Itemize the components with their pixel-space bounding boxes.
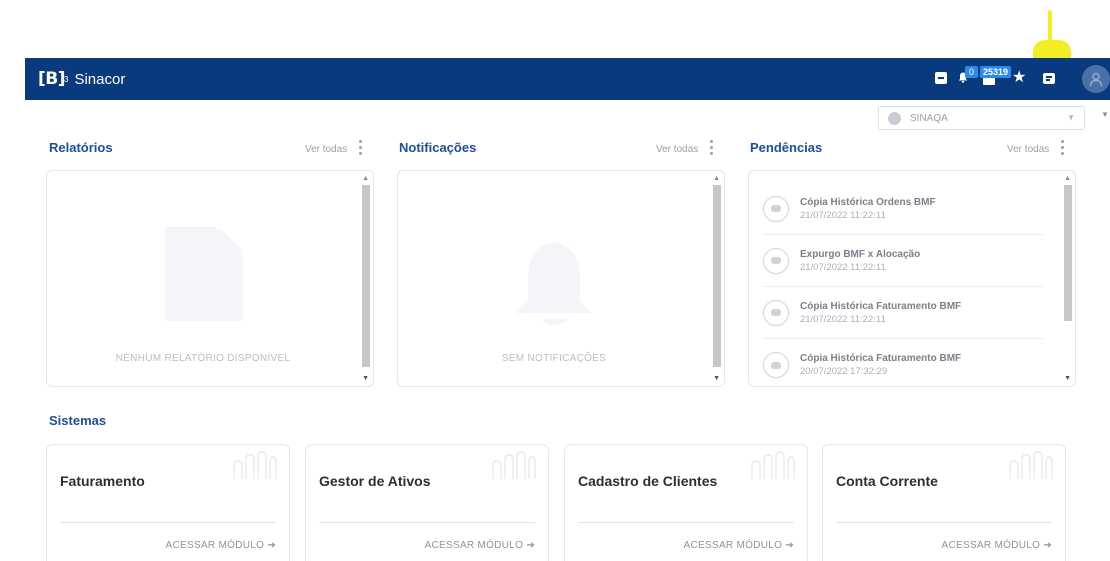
relatorios-panel: NENHUM RELATÓRIO DISPONÍVEL ▲ ▼ bbox=[46, 170, 374, 387]
b3-logo-sup: 3 bbox=[64, 74, 69, 84]
divider bbox=[319, 522, 535, 523]
arrow-right-icon: ➔ bbox=[785, 540, 794, 551]
annotation-stroke bbox=[1048, 10, 1052, 44]
notificacoes-panel: SEM NOTIFICAÇÕES ▲ ▼ bbox=[397, 170, 725, 387]
pendencia-title: Cópia Histórica Faturamento BMF bbox=[800, 353, 962, 364]
star-icon[interactable]: ★ bbox=[1012, 69, 1026, 87]
app-name: Sinacor bbox=[74, 70, 126, 88]
scroll-up-icon[interactable]: ▲ bbox=[1064, 175, 1071, 182]
pendencia-title: Cópia Histórica Ordens BMF bbox=[800, 196, 936, 208]
pendencias-title: Pendências bbox=[750, 140, 823, 155]
access-module-link[interactable]: ACESSAR MÓDULO ➔ bbox=[166, 540, 276, 551]
system-name: Gestor de Ativos bbox=[319, 473, 431, 489]
access-module-label: ACESSAR MÓDULO bbox=[165, 540, 265, 551]
scroll-down-icon[interactable]: ▼ bbox=[713, 375, 720, 382]
sistemas-title: Sistemas bbox=[49, 413, 107, 428]
pendencia-item[interactable]: Cópia Histórica Faturamento BMF 21/07/20… bbox=[763, 287, 1043, 339]
pendencia-date: 20/07/2022 17:32:29 bbox=[800, 366, 888, 377]
scroll-up-icon[interactable]: ▲ bbox=[713, 175, 720, 182]
chevron-down-icon: ▼ bbox=[1067, 113, 1075, 122]
bar-chart-icon bbox=[751, 451, 795, 479]
pendencia-item[interactable]: Cópia Histórica Faturamento BMF 20/07/20… bbox=[763, 339, 1043, 386]
chat-bubble-icon bbox=[763, 195, 789, 222]
system-card-cadastro-de-clientes[interactable]: Cadastro de Clientes ACESSAR MÓDULO ➔ bbox=[564, 444, 808, 561]
system-card-faturamento[interactable]: Faturamento ACESSAR MÓDULO ➔ bbox=[46, 444, 290, 561]
environment-selected: SINAQA bbox=[910, 112, 948, 124]
scroll-up-icon[interactable]: ▲ bbox=[362, 175, 369, 182]
notificacoes-kebab-icon[interactable] bbox=[710, 140, 713, 155]
side-chevron-icon[interactable]: ▼ bbox=[1101, 110, 1109, 119]
archive-icon[interactable] bbox=[935, 72, 947, 84]
system-name: Faturamento bbox=[60, 473, 145, 489]
scroll-down-icon[interactable]: ▼ bbox=[1064, 375, 1071, 382]
system-name: Cadastro de Clientes bbox=[578, 473, 718, 489]
access-module-label: ACESSAR MÓDULO bbox=[941, 540, 1041, 551]
notificacoes-empty-message: SEM NOTIFICAÇÕES bbox=[501, 353, 607, 364]
environment-select[interactable]: SINAQA ▼ bbox=[878, 106, 1085, 130]
relatorios-title: Relatórios bbox=[49, 140, 113, 155]
relatorios-scroll-thumb[interactable] bbox=[362, 185, 370, 367]
scroll-down-icon[interactable]: ▼ bbox=[362, 375, 369, 382]
relatorios-empty-message: NENHUM RELATÓRIO DISPONÍVEL bbox=[115, 353, 291, 364]
brand-logo[interactable]: [B] 3 Sinacor bbox=[38, 69, 125, 89]
arrow-right-icon: ➔ bbox=[526, 540, 535, 551]
document-icon bbox=[165, 227, 243, 321]
bell-large-icon bbox=[516, 243, 592, 325]
relatorios-see-all-link[interactable]: Ver todas bbox=[305, 144, 347, 155]
chat-bubble-icon bbox=[763, 352, 789, 378]
pendencia-date: 21/07/2022 11:22:11 bbox=[800, 313, 886, 325]
pendencia-item[interactable]: Cópia Histórica Ordens BMF 21/07/2022 11… bbox=[763, 183, 1043, 235]
notifications-badge[interactable]: 0 bbox=[965, 66, 978, 78]
access-module-link[interactable]: ACESSAR MÓDULO ➔ bbox=[425, 540, 535, 551]
divider bbox=[60, 522, 276, 523]
pendencia-title: Expurgo BMF x Alocação bbox=[800, 248, 921, 260]
chat-icon[interactable] bbox=[1043, 73, 1055, 84]
access-module-link[interactable]: ACESSAR MÓDULO ➔ bbox=[684, 540, 794, 551]
user-silhouette-icon bbox=[1089, 72, 1103, 87]
pendencia-item[interactable]: Expurgo BMF x Alocação 21/07/2022 11:22:… bbox=[763, 235, 1043, 287]
pendencias-scrollbar[interactable]: ▲ ▼ bbox=[1061, 171, 1075, 386]
divider bbox=[836, 522, 1052, 523]
relatorios-scrollbar[interactable]: ▲ ▼ bbox=[359, 171, 373, 386]
top-navbar: [B] 3 Sinacor 0 25319 ★ bbox=[25, 58, 1110, 100]
chat-bubble-icon bbox=[763, 247, 789, 274]
pendencias-kebab-icon[interactable] bbox=[1061, 140, 1064, 155]
pendencias-scroll-thumb[interactable] bbox=[1064, 185, 1072, 321]
bar-chart-icon bbox=[1009, 451, 1053, 479]
chat-bubble-icon bbox=[763, 299, 789, 326]
relatorios-kebab-icon[interactable] bbox=[359, 140, 362, 155]
user-avatar-icon[interactable] bbox=[1082, 65, 1110, 93]
pendencia-date: 21/07/2022 11:22:11 bbox=[800, 209, 886, 221]
arrow-right-icon: ➔ bbox=[1043, 540, 1052, 551]
notificacoes-scrollbar[interactable]: ▲ ▼ bbox=[710, 171, 724, 386]
system-card-conta-corrente[interactable]: Conta Corrente ACESSAR MÓDULO ➔ bbox=[822, 444, 1066, 561]
notificacoes-title: Notificações bbox=[399, 140, 477, 155]
access-module-label: ACESSAR MÓDULO bbox=[683, 540, 783, 551]
b3-logo-mark: [B] bbox=[38, 69, 66, 89]
globe-icon bbox=[888, 111, 901, 125]
messages-badge[interactable]: 25319 bbox=[980, 66, 1012, 78]
access-module-link[interactable]: ACESSAR MÓDULO ➔ bbox=[942, 540, 1052, 551]
notificacoes-see-all-link[interactable]: Ver todas bbox=[656, 144, 698, 155]
system-card-gestor-de-ativos[interactable]: Gestor de Ativos ACESSAR MÓDULO ➔ bbox=[305, 444, 549, 561]
notificacoes-scroll-thumb[interactable] bbox=[713, 185, 721, 367]
divider bbox=[578, 522, 794, 523]
access-module-label: ACESSAR MÓDULO bbox=[424, 540, 524, 551]
system-name: Conta Corrente bbox=[836, 473, 938, 489]
pendencia-date: 21/07/2022 11:22:11 bbox=[800, 261, 886, 273]
arrow-right-icon: ➔ bbox=[267, 540, 276, 551]
pendencias-see-all-link[interactable]: Ver todas bbox=[1007, 144, 1049, 155]
bar-chart-icon bbox=[233, 451, 277, 479]
pendencia-title: Cópia Histórica Faturamento BMF bbox=[800, 300, 962, 312]
pendencias-panel: Cópia Histórica Ordens BMF 21/07/2022 11… bbox=[748, 170, 1076, 387]
bar-chart-icon bbox=[492, 451, 536, 479]
